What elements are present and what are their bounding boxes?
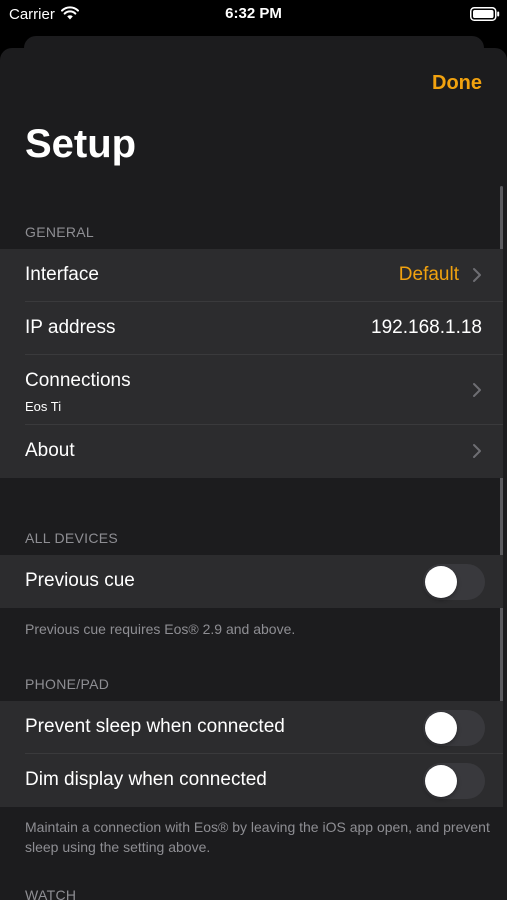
interface-label: Interface	[25, 264, 99, 285]
chevron-right-icon	[473, 444, 481, 458]
about-row[interactable]: About	[0, 425, 503, 478]
status-bar: Carrier 6:32 PM	[0, 0, 507, 30]
previous-cue-toggle[interactable]	[423, 564, 485, 600]
previous-cue-label: Previous cue	[25, 570, 135, 591]
all-devices-group: Previous cue	[0, 555, 503, 608]
dim-display-toggle[interactable]	[423, 763, 485, 799]
about-label: About	[25, 440, 75, 461]
section-header-phone-pad: PHONE/PAD	[25, 676, 110, 692]
phone-pad-group: Prevent sleep when connected Dim display…	[0, 701, 503, 807]
connections-sublabel: Eos Ti	[25, 399, 62, 414]
section-header-watch: WATCH	[25, 887, 77, 900]
phone-pad-footer: Maintain a connection with Eos® by leavi…	[25, 819, 490, 855]
prevent-sleep-row: Prevent sleep when connected	[0, 701, 503, 754]
connections-label: Connections	[25, 370, 131, 391]
prevent-sleep-toggle[interactable]	[423, 710, 485, 746]
battery-icon	[470, 7, 500, 21]
done-button[interactable]: Done	[432, 72, 482, 95]
ip-address-label: IP address	[25, 317, 116, 338]
ip-address-row: IP address 192.168.1.18	[0, 302, 503, 355]
interface-row[interactable]: Interface Default	[0, 249, 503, 302]
dim-display-row: Dim display when connected	[0, 754, 503, 807]
dim-display-label: Dim display when connected	[25, 769, 267, 790]
status-time: 6:32 PM	[225, 5, 282, 22]
previous-cue-footer: Previous cue requires Eos® 2.9 and above…	[25, 621, 296, 637]
toggle-knob	[425, 712, 457, 744]
toggle-knob	[425, 765, 457, 797]
previous-cue-row: Previous cue	[0, 555, 503, 608]
prevent-sleep-label: Prevent sleep when connected	[25, 716, 285, 737]
setup-sheet: Done Setup GENERAL Interface Default IP …	[0, 48, 507, 900]
general-group: Interface Default IP address 192.168.1.1…	[0, 249, 503, 478]
chevron-right-icon	[473, 268, 481, 282]
section-header-all-devices: ALL DEVICES	[25, 530, 119, 546]
ip-address-value: 192.168.1.18	[371, 317, 482, 338]
screen: Carrier 6:32 PM Done Setup GENERAL Inter…	[0, 0, 507, 900]
connections-row[interactable]: Connections Eos Ti	[0, 355, 503, 425]
interface-value: Default	[398, 264, 459, 285]
page-title: Setup	[25, 122, 137, 166]
section-header-general: GENERAL	[25, 224, 95, 240]
chevron-right-icon	[473, 383, 481, 397]
toggle-knob	[425, 566, 457, 598]
